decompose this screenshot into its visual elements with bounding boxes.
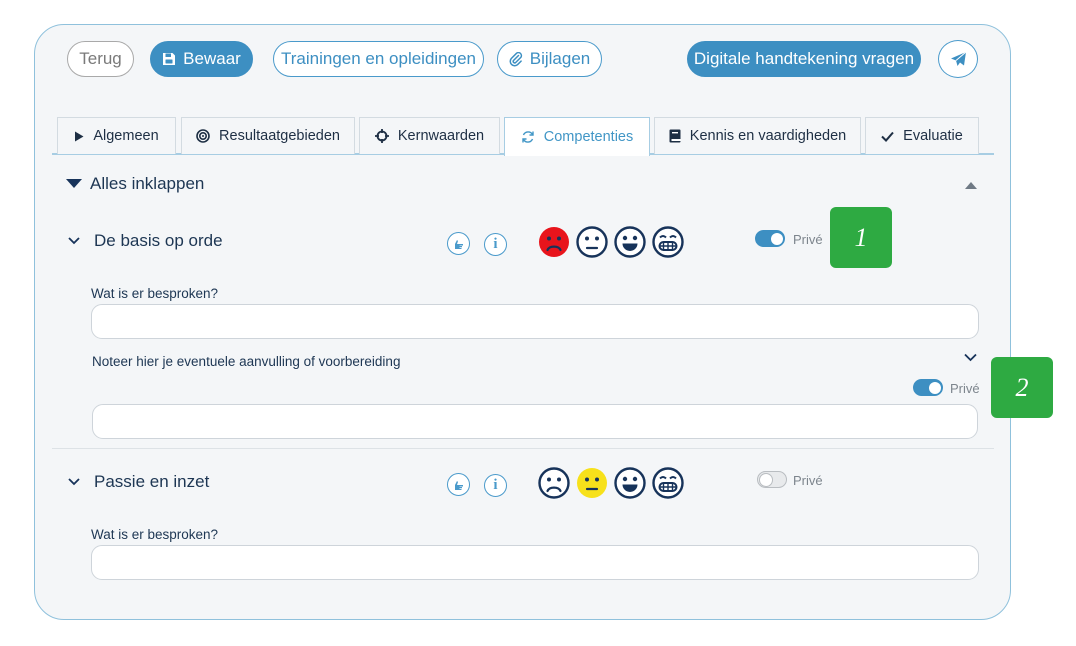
note-private-toggle[interactable] (913, 379, 943, 396)
tab-resultaatgebieden[interactable]: Resultaatgebieden (181, 117, 355, 154)
paper-plane-icon (950, 51, 966, 66)
trainings-button[interactable]: Trainingen en opleidingen (273, 41, 484, 77)
tab-label: Competenties (543, 129, 634, 145)
tab-competenties[interactable]: Competenties (504, 117, 650, 156)
chevron-down-icon (68, 478, 80, 486)
private-label: Privé (793, 232, 823, 247)
request-signature-button[interactable]: Digitale handtekening vragen (687, 41, 921, 77)
play-icon (75, 131, 84, 141)
target-icon (196, 129, 210, 143)
tab-evaluatie[interactable]: Evaluatie (865, 117, 979, 154)
save-button-label: Bewaar (183, 49, 241, 68)
book-icon (669, 129, 681, 143)
floppy-disk-icon (163, 53, 176, 65)
paperclip-icon (509, 51, 522, 66)
check-icon (881, 131, 894, 142)
section-title: Passie en inzet (94, 472, 210, 491)
tab-kennis-en-vaardigheden[interactable]: Kennis en vaardigheden (654, 117, 861, 154)
save-button[interactable]: Bewaar (150, 41, 253, 77)
private-toggle-1[interactable] (755, 230, 785, 247)
step-badge-2: 2 (991, 357, 1053, 418)
attachments-button-label: Bijlagen (529, 49, 591, 68)
step-badge-1: 1 (830, 207, 892, 268)
refresh-icon (522, 131, 534, 143)
tab-label: Evaluatie (903, 128, 963, 144)
tab-label: Kennis en vaardigheden (689, 128, 847, 144)
collapse-all-toggle[interactable]: Alles inklappen (66, 174, 204, 194)
private-toggle-2[interactable] (757, 471, 787, 488)
collapse-all-label: Alles inklappen (90, 174, 205, 193)
grin-face-icon[interactable] (652, 467, 684, 499)
caret-up-icon[interactable] (965, 182, 977, 189)
chevron-down-icon (68, 237, 80, 245)
attachments-button[interactable]: Bijlagen (497, 41, 602, 77)
section-header-2[interactable]: Passie en inzet (68, 472, 209, 492)
note-input[interactable] (92, 404, 978, 439)
chevron-down-icon[interactable] (964, 353, 977, 362)
sad-face-icon[interactable] (538, 467, 570, 499)
hand-icon[interactable] (447, 473, 470, 496)
discussed-label-2: Wat is er besproken? (91, 527, 219, 542)
send-button[interactable] (938, 40, 978, 78)
discussed-input-1[interactable] (91, 304, 979, 339)
smile-face-icon[interactable] (614, 467, 646, 499)
note-private-label: Privé (950, 381, 980, 396)
hand-icon[interactable] (447, 232, 470, 255)
tab-label: Algemeen (93, 128, 159, 144)
neutral-face-icon[interactable] (576, 467, 608, 499)
section-header-1[interactable]: De basis op orde (68, 231, 223, 251)
back-button-label: Terug (79, 49, 122, 68)
tab-algemeen[interactable]: Algemeen (57, 117, 176, 154)
discussed-input-2[interactable] (91, 545, 979, 580)
tab-kernwaarden[interactable]: Kernwaarden (359, 117, 500, 154)
note-label: Noteer hier je eventuele aanvulling of v… (92, 354, 401, 369)
trainings-button-label: Trainingen en opleidingen (280, 49, 477, 68)
back-button[interactable]: Terug (67, 41, 134, 77)
neutral-face-icon[interactable] (576, 226, 608, 258)
info-icon[interactable]: i (484, 474, 507, 497)
section-divider (52, 448, 994, 449)
tab-label: Resultaatgebieden (219, 128, 340, 144)
private-label: Privé (793, 473, 823, 488)
discussed-label-1: Wat is er besproken? (91, 286, 219, 301)
tab-label: Kernwaarden (397, 128, 485, 144)
smile-face-icon[interactable] (614, 226, 646, 258)
grin-face-icon[interactable] (652, 226, 684, 258)
section-title: De basis op orde (94, 231, 223, 250)
crosshair-icon (374, 129, 389, 143)
sad-face-icon[interactable] (538, 226, 570, 258)
request-signature-label: Digitale handtekening vragen (693, 49, 915, 68)
caret-down-icon (66, 179, 82, 188)
info-icon[interactable]: i (484, 233, 507, 256)
